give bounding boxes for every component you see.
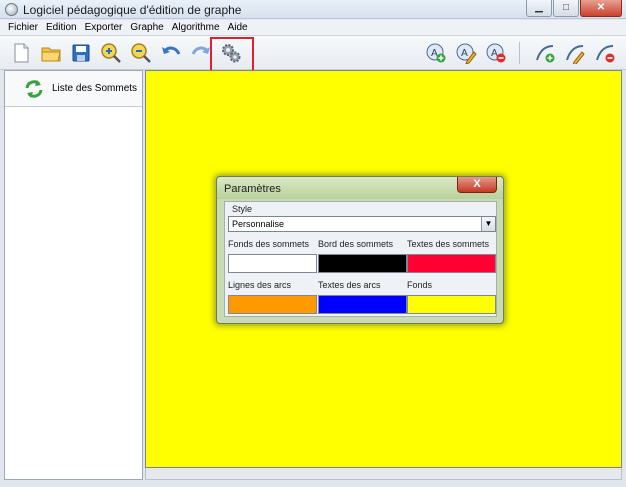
- open-folder-icon[interactable]: [38, 40, 64, 66]
- delete-arc-icon[interactable]: [592, 40, 618, 66]
- delete-vertex-icon[interactable]: A: [483, 40, 509, 66]
- menu-bar: Fichier Edition Exporter Graphe Algorith…: [0, 20, 626, 36]
- color-swatch-lignes-arcs[interactable]: [228, 295, 317, 314]
- zoom-in-icon[interactable]: [98, 40, 124, 66]
- window-title: Logiciel pédagogique d'édition de graphe: [23, 3, 242, 17]
- vertex-list-header[interactable]: Liste des Sommets: [5, 71, 142, 107]
- color-swatch-textes-sommets[interactable]: [407, 254, 496, 273]
- settings-highlight-box: [210, 37, 254, 73]
- dialog-title: Paramètres: [224, 183, 281, 195]
- toolbar: A A A: [0, 36, 626, 70]
- canvas-bottom-strip: [145, 468, 622, 480]
- edit-vertex-icon[interactable]: A: [453, 40, 479, 66]
- edit-arc-icon[interactable]: [562, 40, 588, 66]
- field-label-bord-sommets: Bord des sommets: [318, 239, 394, 249]
- app-icon: [5, 3, 18, 16]
- dialog-close-button[interactable]: X: [457, 177, 497, 193]
- chevron-down-icon[interactable]: ▼: [481, 217, 495, 231]
- dialog-body: Style Personnalise ▼ Fonds des sommets B…: [224, 201, 497, 317]
- color-swatch-textes-arcs[interactable]: [318, 295, 407, 314]
- field-label-textes-arcs: Textes des arcs: [318, 280, 381, 290]
- style-select-value: Personnalise: [232, 219, 285, 229]
- refresh-icon[interactable]: [23, 78, 45, 100]
- window-titlebar: Logiciel pédagogique d'édition de graphe…: [0, 0, 626, 19]
- field-label-lignes-arcs: Lignes des arcs: [228, 280, 292, 290]
- field-label-fonds: Fonds: [407, 280, 433, 290]
- dialog-titlebar: Paramètres X: [217, 177, 503, 199]
- maximize-button[interactable]: □: [553, 0, 579, 17]
- undo-icon[interactable]: [158, 40, 184, 66]
- vertex-list-panel: Liste des Sommets: [4, 70, 143, 480]
- svg-text:A: A: [461, 48, 468, 59]
- close-button[interactable]: ✕: [580, 0, 622, 17]
- new-file-icon[interactable]: [8, 40, 34, 66]
- vertex-list-title: Liste des Sommets: [52, 83, 138, 94]
- save-icon[interactable]: [68, 40, 94, 66]
- window-controls: ▁ □ ✕: [526, 0, 622, 17]
- field-label-fonds-sommets: Fonds des sommets: [228, 239, 310, 249]
- add-vertex-icon[interactable]: A: [423, 40, 449, 66]
- color-swatch-fonds-sommets[interactable]: [228, 254, 317, 273]
- color-swatch-fonds[interactable]: [407, 295, 496, 314]
- field-label-textes-sommets: Textes des sommets: [407, 239, 490, 249]
- minimize-button[interactable]: ▁: [526, 0, 552, 17]
- toolbar-separator: [519, 42, 520, 64]
- style-select[interactable]: Personnalise ▼: [228, 216, 496, 232]
- menu-exporter[interactable]: Exporter: [81, 20, 127, 35]
- style-label: Style: [232, 204, 253, 214]
- zoom-out-icon[interactable]: [128, 40, 154, 66]
- menu-aide[interactable]: Aide: [224, 20, 252, 35]
- menu-graphe[interactable]: Graphe: [126, 20, 167, 35]
- color-swatch-bord-sommets[interactable]: [318, 254, 407, 273]
- add-arc-icon[interactable]: [532, 40, 558, 66]
- menu-fichier[interactable]: Fichier: [4, 20, 42, 35]
- menu-edition[interactable]: Edition: [42, 20, 81, 35]
- parametres-dialog: Paramètres X Style Personnalise ▼ Fonds …: [216, 176, 504, 324]
- menu-algorithme[interactable]: Algorithme: [168, 20, 224, 35]
